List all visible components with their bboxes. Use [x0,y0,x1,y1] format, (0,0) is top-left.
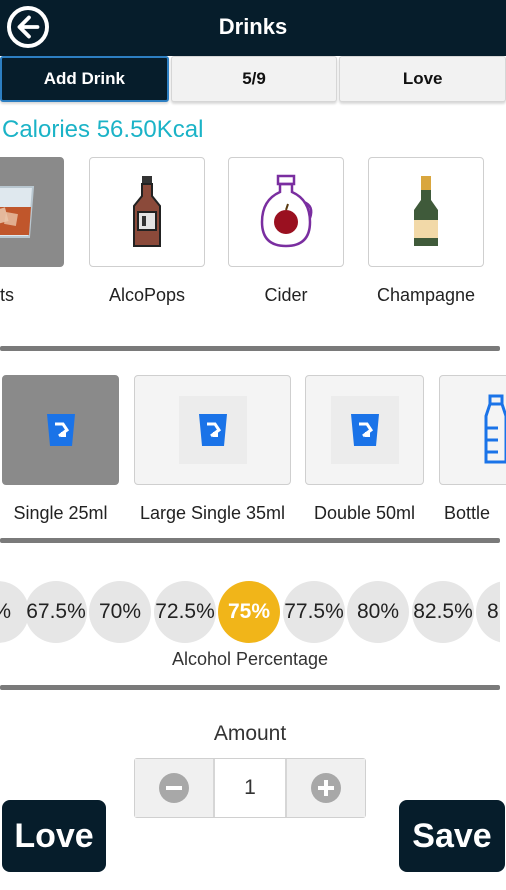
drink-type-alcopops[interactable] [89,157,205,267]
drink-type-label-champagne: Champagne [376,285,476,305]
page-title: Drinks [218,14,288,39]
save-button[interactable]: Save [399,800,505,872]
drink-type-spirits[interactable] [0,157,64,267]
size-label-single: Single 25ml [13,503,108,523]
champagne-bottle-icon [414,176,438,246]
shot-glass-icon [46,414,75,446]
size-large-single-35ml[interactable] [134,375,291,485]
bottle-icon [484,394,506,464]
amount-label: Amount [213,722,287,745]
section-divider [0,538,500,543]
size-single-25ml[interactable] [2,375,119,485]
pct-option[interactable]: 80% [347,581,409,643]
pct-option[interactable]: 72.5% [154,581,216,643]
section-divider [0,685,500,690]
quantity-stepper: 1 [134,758,366,818]
tab-progress[interactable]: 5/9 [170,56,338,102]
size-label-large-single: Large Single 35ml [139,503,286,523]
drink-type-label-alcopops: AlcoPops [108,285,186,305]
drink-type-cider[interactable] [228,157,344,267]
cider-jug-icon [260,174,313,248]
size-carousel[interactable]: Single 25ml Large Single 35ml Double 50m… [0,375,506,530]
tab-add-drink[interactable]: Add Drink [0,56,169,102]
alcohol-percentage-label: Alcohol Percentage [171,649,329,669]
drink-type-label-cider: Cider [264,285,308,305]
tab-love[interactable]: Love [339,56,506,102]
increment-button[interactable] [287,759,366,817]
pct-option[interactable]: 82.5% [412,581,474,643]
spirits-glass-icon [0,186,35,238]
shot-glass-icon [198,414,227,446]
pct-option[interactable]: 67.5% [25,581,87,643]
size-bottle[interactable] [439,375,506,485]
section-divider [0,346,500,351]
drink-type-carousel[interactable]: irits AlcoPops Cider Champagne [0,157,506,317]
minus-circle-icon [158,773,189,803]
size-label-bottle: Bottle [444,503,491,523]
quantity-value[interactable]: 1 [212,759,288,817]
size-double-50ml[interactable] [305,375,424,485]
pct-option[interactable]: 8 [476,581,500,643]
drink-type-label-spirits: irits [0,285,14,305]
pct-option[interactable]: 77.5% [283,581,345,643]
size-label-double: Double 50ml [313,503,416,523]
pct-option-selected[interactable]: 75% [218,581,280,643]
app-header: Drinks [0,0,506,56]
decrement-button[interactable] [135,759,213,817]
calories-text: Calories 56.50Kcal [2,116,204,143]
shot-glass-icon [350,414,379,446]
tab-bar: Add Drink 5/9 Love [0,56,506,104]
alcohol-percentage-carousel[interactable]: % 67.5% 70% 72.5% 75% 77.5% 80% 82.5% 8 [0,581,500,645]
drink-type-champagne[interactable] [368,157,484,267]
plus-circle-icon [311,773,342,803]
pct-option[interactable]: 70% [89,581,151,643]
love-button[interactable]: Love [2,800,106,872]
bottle-icon [133,176,161,247]
